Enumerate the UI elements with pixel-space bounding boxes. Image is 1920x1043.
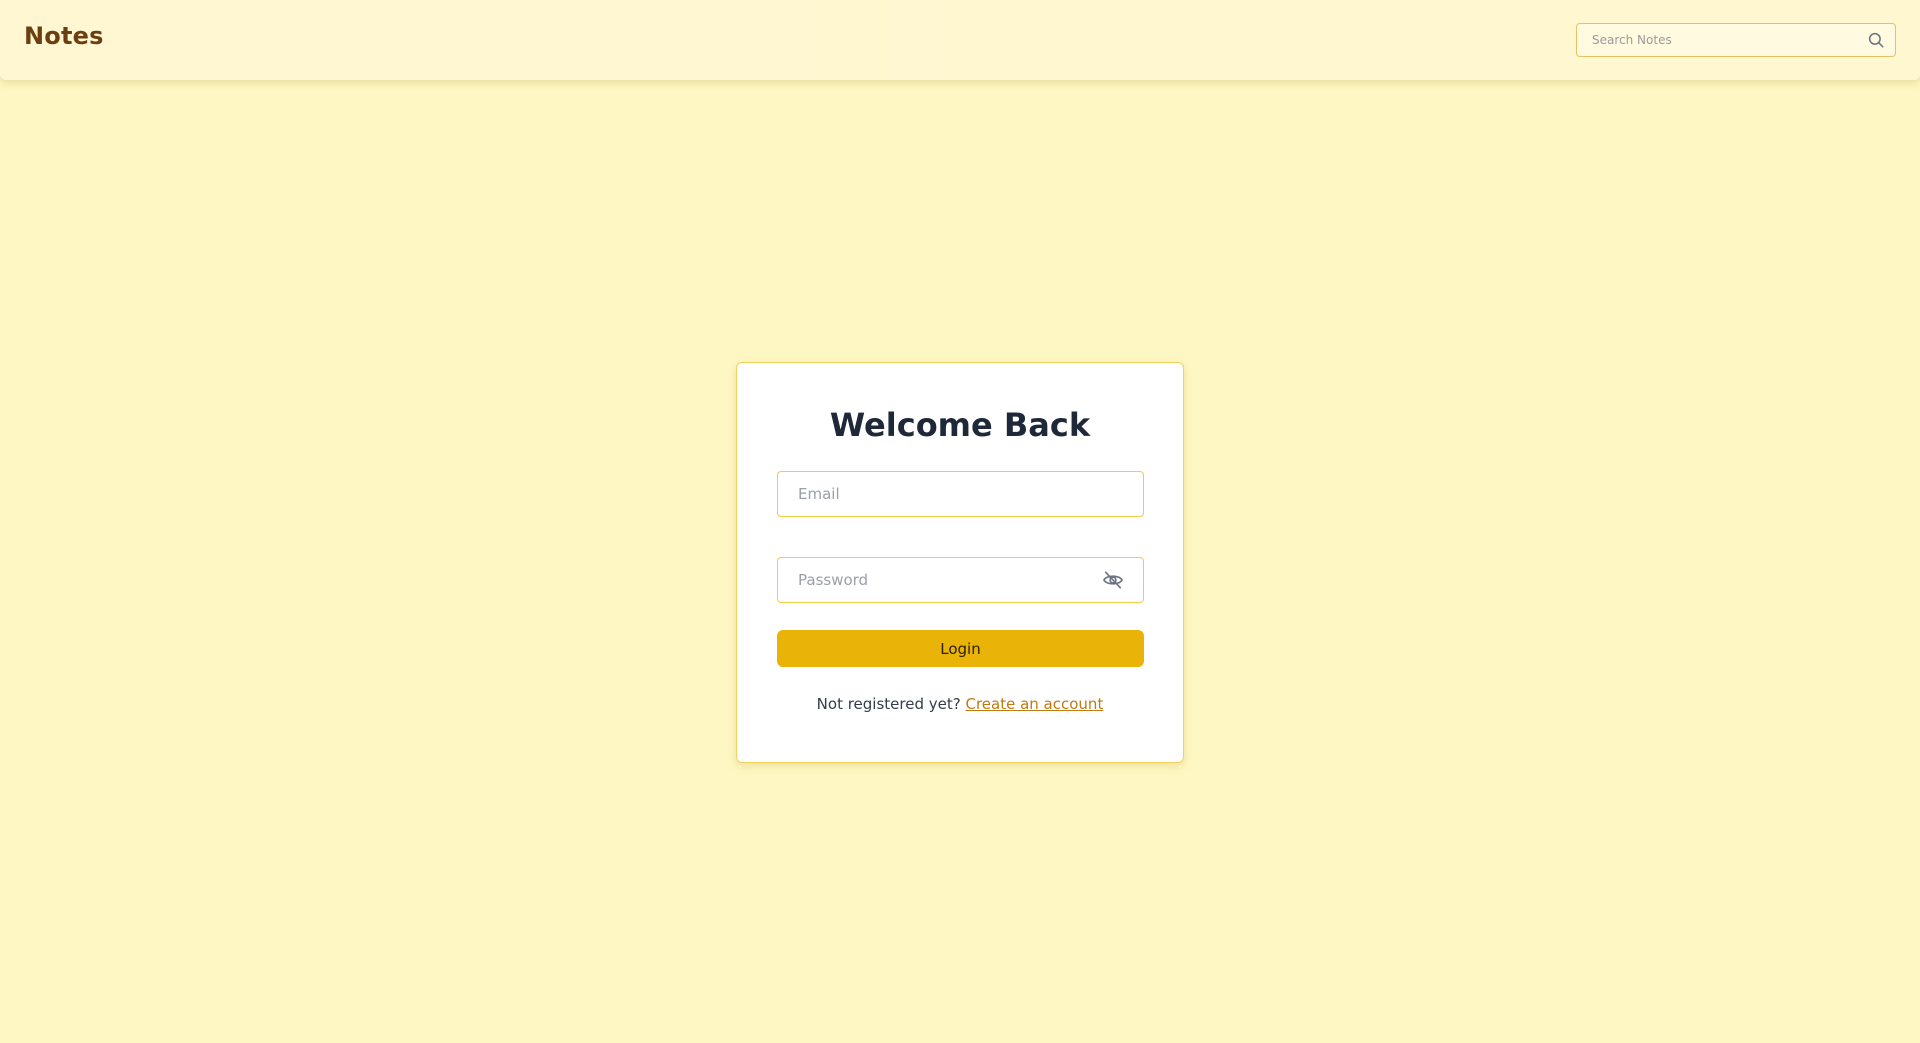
login-card: Welcome Back Login Not registered yet? C… (736, 362, 1184, 763)
email-field-container (777, 471, 1144, 517)
eye-off-icon[interactable] (1102, 570, 1124, 590)
password-field-container (777, 557, 1144, 603)
login-title: Welcome Back (829, 406, 1091, 444)
search-icon[interactable] (1867, 31, 1885, 49)
app-brand[interactable]: Notes (24, 22, 104, 50)
register-prompt-row: Not registered yet? Create an account (737, 695, 1183, 713)
create-account-link[interactable]: Create an account (965, 695, 1103, 713)
search-input[interactable] (1577, 24, 1857, 55)
email-field[interactable] (778, 472, 1143, 515)
top-navbar: Notes (0, 0, 1920, 80)
register-prompt-text: Not registered yet? (816, 695, 961, 713)
login-button[interactable]: Login (777, 630, 1144, 667)
password-field[interactable] (778, 558, 1098, 601)
search-box[interactable] (1576, 23, 1896, 57)
